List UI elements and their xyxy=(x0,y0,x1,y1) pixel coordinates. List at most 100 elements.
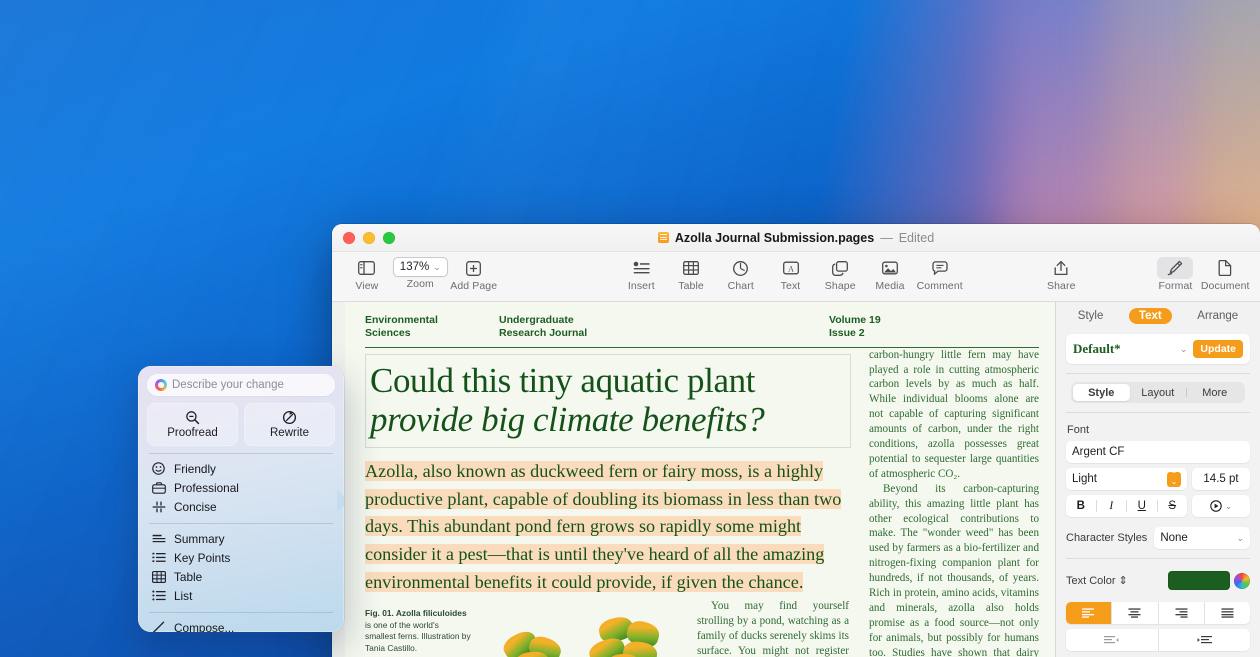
align-right-button[interactable] xyxy=(1159,602,1205,624)
toolbar-chart-label: Chart xyxy=(727,280,754,292)
divider xyxy=(149,523,333,524)
toolbar-table-button[interactable]: Table xyxy=(666,254,716,292)
zoom-level-dropdown[interactable]: 137% ⌄ xyxy=(392,257,448,277)
tab-text[interactable]: Text xyxy=(1128,308,1172,324)
strikethrough-button[interactable]: S xyxy=(1158,500,1188,512)
divider xyxy=(1066,412,1250,413)
format-tab-bar[interactable]: Style Text Arrange xyxy=(1056,302,1260,330)
font-size-field[interactable]: 14.5 pt xyxy=(1192,468,1250,490)
maximize-button[interactable] xyxy=(383,231,395,244)
share-icon xyxy=(1054,257,1068,279)
paragraph-style-row[interactable]: Default* ⌄ Update xyxy=(1066,334,1250,364)
font-weight-size-row: Light ⌃ ⌄ 14.5 pt xyxy=(1066,468,1250,490)
menu-item-compose[interactable]: Compose... xyxy=(147,618,335,632)
format-subtab-group[interactable]: Style Layout More xyxy=(1071,382,1245,403)
text-color-row[interactable]: Text Color ⇕ xyxy=(1066,571,1250,590)
align-justify-button[interactable] xyxy=(1205,602,1250,624)
text-color-controls[interactable] xyxy=(1168,571,1250,590)
text-color-swatch[interactable] xyxy=(1168,571,1230,590)
update-style-button[interactable]: Update xyxy=(1193,340,1243,358)
updown-icon[interactable]: ⇕ xyxy=(1119,574,1128,587)
toolbar-text-button[interactable]: A Text xyxy=(766,254,816,292)
increase-indent-button[interactable] xyxy=(1159,629,1251,651)
toolbar-comment-button[interactable]: Comment xyxy=(915,254,965,292)
close-button[interactable] xyxy=(343,231,355,244)
menu-item-friendly[interactable]: Friendly xyxy=(147,459,335,478)
lead-paragraph[interactable]: Azolla, also known as duckweed fern or f… xyxy=(365,458,851,596)
text-effects-button[interactable]: ⌄ xyxy=(1192,495,1250,517)
toolbar-share-button[interactable]: Share xyxy=(1036,254,1086,292)
selected-text-highlight: Azolla, also known as duckweed fern or f… xyxy=(365,460,842,592)
character-styles-row[interactable]: Character Styles None ⌄ xyxy=(1066,527,1250,549)
apple-intelligence-icon xyxy=(155,379,167,391)
toolbar-table-label: Table xyxy=(678,280,704,292)
menu-item-concise[interactable]: Concise xyxy=(147,497,335,516)
subtab-style[interactable]: Style xyxy=(1073,384,1130,401)
headline-textbox[interactable]: Could this tiny aquatic plant provide bi… xyxy=(365,353,851,448)
divider xyxy=(1066,373,1250,374)
toolbar-media-button[interactable]: Media xyxy=(865,254,915,292)
italic-button[interactable]: I xyxy=(1097,500,1127,512)
toolbar-insert-button[interactable]: Insert xyxy=(616,254,666,292)
decrease-indent-button[interactable] xyxy=(1066,629,1159,651)
toolbar-format-button[interactable]: Format xyxy=(1151,254,1201,292)
describe-change-input[interactable]: Describe your change xyxy=(147,374,335,396)
menu-item-list[interactable]: List xyxy=(147,586,335,605)
toolbar-shape-button[interactable]: Shape xyxy=(815,254,865,292)
document-page[interactable]: Environmental Sciences Undergraduate Res… xyxy=(345,302,1055,657)
chevron-down-icon: ⌄ xyxy=(1236,532,1244,543)
menu-item-key-points[interactable]: Key Points xyxy=(147,548,335,567)
add-page-icon xyxy=(466,257,482,279)
color-wheel-icon[interactable] xyxy=(1234,572,1250,589)
masthead-journal-line2: Research Journal xyxy=(499,326,588,339)
minimize-button[interactable] xyxy=(363,231,375,244)
menu-item-summary[interactable]: Summary xyxy=(147,529,335,548)
svg-text:A: A xyxy=(788,264,794,273)
menu-item-list-label: List xyxy=(174,588,193,603)
character-styles-field[interactable]: None ⌄ xyxy=(1154,527,1250,549)
chart-icon xyxy=(733,257,749,279)
align-left-button[interactable] xyxy=(1066,602,1113,624)
toolbar-view-button[interactable]: View xyxy=(342,254,392,292)
align-center-button[interactable] xyxy=(1112,602,1159,624)
tab-arrange[interactable]: Arrange xyxy=(1187,308,1248,324)
font-weight-field[interactable]: Light ⌃ ⌄ xyxy=(1066,468,1187,490)
font-family-field[interactable]: Argent CF xyxy=(1066,441,1250,463)
toolbar-zoom-control[interactable]: 137% ⌄ Zoom xyxy=(392,254,449,290)
window-body: Environmental Sciences Undergraduate Res… xyxy=(332,302,1260,657)
window-titlebar[interactable]: Azolla Journal Submission.pages — Edited xyxy=(332,224,1260,252)
menu-item-table-label: Table xyxy=(174,569,203,584)
toolbar-add-page-label: Add Page xyxy=(450,280,498,292)
rewrite-button[interactable]: Rewrite xyxy=(244,403,335,446)
toolbar-chart-button[interactable]: Chart xyxy=(716,254,766,292)
menu-item-concise-label: Concise xyxy=(174,499,217,514)
menu-item-professional[interactable]: Professional xyxy=(147,478,335,497)
chevron-down-icon[interactable]: ⌄ xyxy=(1180,344,1188,355)
tab-style[interactable]: Style xyxy=(1068,308,1114,324)
font-size-value: 14.5 pt xyxy=(1203,473,1239,485)
key-points-icon xyxy=(151,552,166,563)
zoom-level-value: 137% xyxy=(399,261,430,273)
writing-tools-actions[interactable]: Proofread Rewrite xyxy=(147,403,335,446)
toolbar-add-page-button[interactable]: Add Page xyxy=(449,254,499,292)
format-sidebar[interactable]: Style Text Arrange Default* ⌄ Update Sty… xyxy=(1055,302,1260,657)
writing-tools-panel[interactable]: Describe your change Proofread Rewrite F… xyxy=(138,366,344,632)
proofread-button[interactable]: Proofread xyxy=(147,403,238,446)
document-canvas[interactable]: Environmental Sciences Undergraduate Res… xyxy=(332,302,1055,657)
font-style-row: B I U S ⌄ xyxy=(1066,495,1250,517)
toolbar-document-label: Document xyxy=(1200,280,1250,292)
masthead-subject-line2: Sciences xyxy=(365,326,411,339)
window-controls[interactable] xyxy=(332,231,395,244)
text-color-label: Text Color ⇕ xyxy=(1066,574,1128,588)
underline-button[interactable]: U xyxy=(1127,500,1158,512)
bold-button[interactable]: B xyxy=(1066,500,1097,512)
subtab-more[interactable]: More xyxy=(1187,384,1244,401)
subtab-layout[interactable]: Layout xyxy=(1130,384,1187,401)
font-style-buttons[interactable]: B I U S xyxy=(1066,495,1187,517)
indent-bar[interactable] xyxy=(1066,629,1250,651)
paragraph-alignment-bar[interactable] xyxy=(1066,602,1250,624)
toolbar-document-button[interactable]: Document xyxy=(1200,254,1250,292)
menu-item-table[interactable]: Table xyxy=(147,567,335,586)
main-toolbar[interactable]: View 137% ⌄ Zoom Add Page Insert Table C… xyxy=(332,252,1260,302)
font-weight-stepper[interactable]: ⌃ ⌄ xyxy=(1167,471,1181,487)
